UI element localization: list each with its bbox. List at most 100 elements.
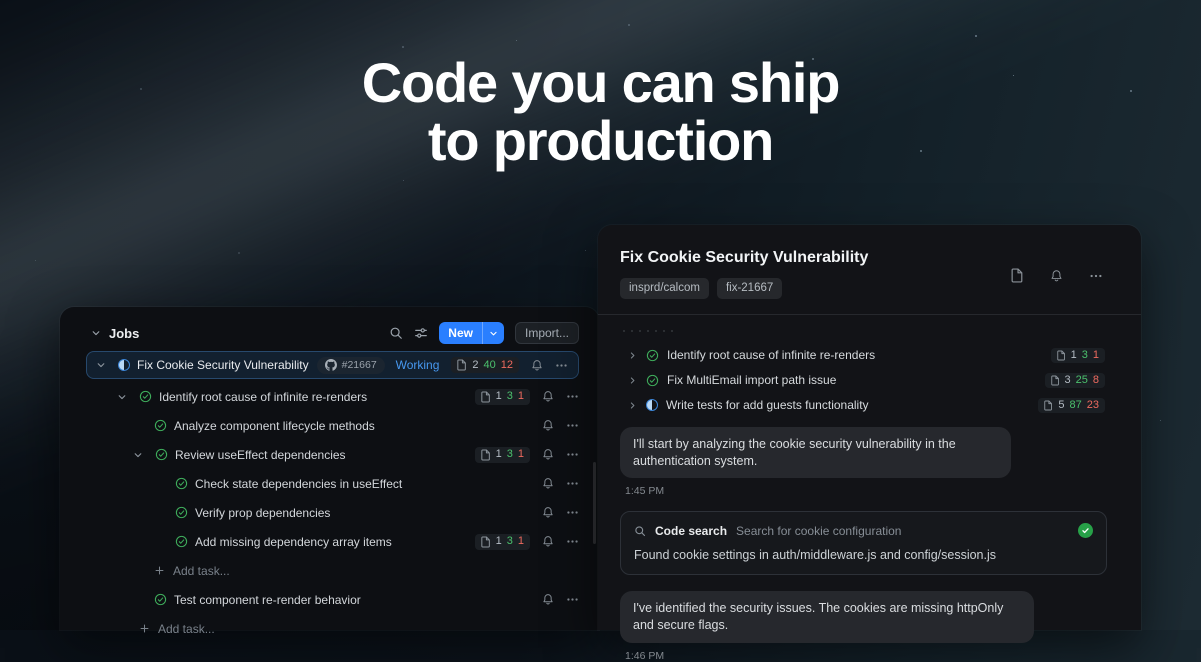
chevron-right-icon[interactable] [628,376,637,385]
tool-query: Search for cookie configuration [736,524,901,538]
hero-line-2: to production [0,112,1201,170]
check-circle-icon [154,419,167,432]
ellipsis-icon[interactable] [566,506,579,519]
task-row[interactable]: Test component re-render behavior [86,585,579,614]
task-row[interactable]: Analyze component lifecycle methods [86,411,579,440]
chevron-right-icon[interactable] [628,351,637,360]
files-count: 1 [1071,350,1077,361]
plus-icon [139,623,150,634]
ellipsis-icon[interactable] [566,477,579,490]
task-label: Identify root cause of infinite re-rende… [159,390,367,404]
bell-icon[interactable] [542,390,554,403]
code-search-card[interactable]: Code search Search for cookie configurat… [620,511,1107,575]
removed-count: 23 [1087,400,1099,411]
task-row[interactable]: Review useEffect dependencies 1 3 1 [86,440,579,469]
files-count: 1 [496,536,502,547]
task-label: Identify root cause of infinite re-rende… [667,348,875,362]
removed-count: 12 [501,360,513,371]
ellipsis-icon[interactable] [566,448,579,461]
chevron-right-icon[interactable] [628,401,637,410]
diff-badge: 1 3 1 [475,447,530,463]
added-count: 3 [507,536,513,547]
bell-icon[interactable] [542,593,554,606]
added-count: 3 [1082,350,1088,361]
file-icon [1044,400,1053,411]
check-circle-icon [175,477,188,490]
task-row[interactable]: Identify root cause of infinite re-rende… [86,382,579,411]
job-title: Fix Cookie Security Vulnerability [137,358,309,372]
jobs-panel-title: Jobs [109,326,139,341]
chevron-down-icon[interactable] [91,328,101,338]
branch-tag[interactable]: fix-21667 [717,278,782,299]
scrollbar-thumb[interactable] [593,462,596,544]
bell-icon[interactable] [542,535,554,548]
chevron-down-icon[interactable] [133,450,143,460]
add-task-button[interactable]: Add task... [86,556,579,585]
ellipsis-icon[interactable] [555,359,568,372]
task-label: Write tests for add guests functionality [666,398,869,412]
add-task-label: Add task... [158,622,215,636]
import-button[interactable]: Import... [515,322,579,344]
detail-task-row[interactable]: Fix MultiEmail import path issue 3 25 8 [620,368,1119,393]
removed-count: 8 [1093,375,1099,386]
scroll-fade-dots [623,330,1119,332]
files-count: 5 [1058,400,1064,411]
file-icon [481,449,491,461]
agent-message: I'll start by analyzing the cookie secur… [620,427,1011,479]
added-count: 87 [1070,400,1082,411]
ellipsis-icon[interactable] [566,593,579,606]
hero-line-1: Code you can ship [0,54,1201,112]
search-icon [634,525,646,537]
add-task-button[interactable]: Add task... [86,614,579,643]
files-count: 3 [1065,375,1071,386]
removed-count: 1 [518,536,524,547]
added-count: 25 [1076,375,1088,386]
bell-icon[interactable] [1050,269,1063,283]
message-timestamp: 1:45 PM [625,485,1119,497]
ellipsis-icon[interactable] [566,390,579,403]
check-badge-icon [1078,523,1093,538]
bell-icon[interactable] [542,448,554,461]
new-job-button[interactable]: New [439,322,504,344]
ellipsis-icon[interactable] [566,419,579,432]
bell-icon[interactable] [542,506,554,519]
chevron-down-icon[interactable] [96,360,106,370]
detail-header: Fix Cookie Security Vulnerability insprd… [598,225,1141,315]
check-circle-icon [154,593,167,606]
file-icon [1051,375,1060,386]
repo-tag[interactable]: insprd/calcom [620,278,709,299]
ellipsis-icon[interactable] [566,535,579,548]
github-icon [325,359,337,371]
diff-badge: 2 40 12 [451,357,519,373]
filter-icon[interactable] [414,326,428,340]
bell-icon[interactable] [531,359,543,372]
diff-badge: 1 3 1 [1051,348,1105,363]
task-row[interactable]: Verify prop dependencies [86,498,579,527]
task-label: Fix MultiEmail import path issue [667,373,836,387]
new-job-button-label: New [439,322,482,344]
tool-result: Found cookie settings in auth/middleware… [634,548,1093,562]
file-icon[interactable] [1011,268,1024,283]
detail-task-row[interactable]: Identify root cause of infinite re-rende… [620,343,1119,368]
detail-task-row[interactable]: Write tests for add guests functionality… [620,393,1119,418]
task-row[interactable]: Add missing dependency array items 1 3 1 [86,527,579,556]
message-timestamp: 1:46 PM [625,650,1119,662]
pr-link[interactable]: #21667 [317,357,385,374]
plus-icon [154,565,165,576]
search-icon[interactable] [389,326,403,340]
agent-message: I've identified the security issues. The… [620,591,1034,643]
ellipsis-icon[interactable] [1089,269,1103,283]
bell-icon[interactable] [542,477,554,490]
hero-heading: Code you can ship to production [0,54,1201,170]
bell-icon[interactable] [542,419,554,432]
new-job-dropdown[interactable] [482,322,504,344]
job-row-selected[interactable]: Fix Cookie Security Vulnerability #21667… [86,351,579,379]
task-label: Check state dependencies in useEffect [195,477,402,491]
diff-badge: 5 87 23 [1038,398,1105,413]
chevron-down-icon[interactable] [117,392,127,402]
check-circle-icon [646,374,659,387]
jobs-panel-header: Jobs New Import... [86,320,579,346]
task-label: Test component re-render behavior [174,593,361,607]
task-row[interactable]: Check state dependencies in useEffect [86,469,579,498]
file-icon [457,359,467,371]
